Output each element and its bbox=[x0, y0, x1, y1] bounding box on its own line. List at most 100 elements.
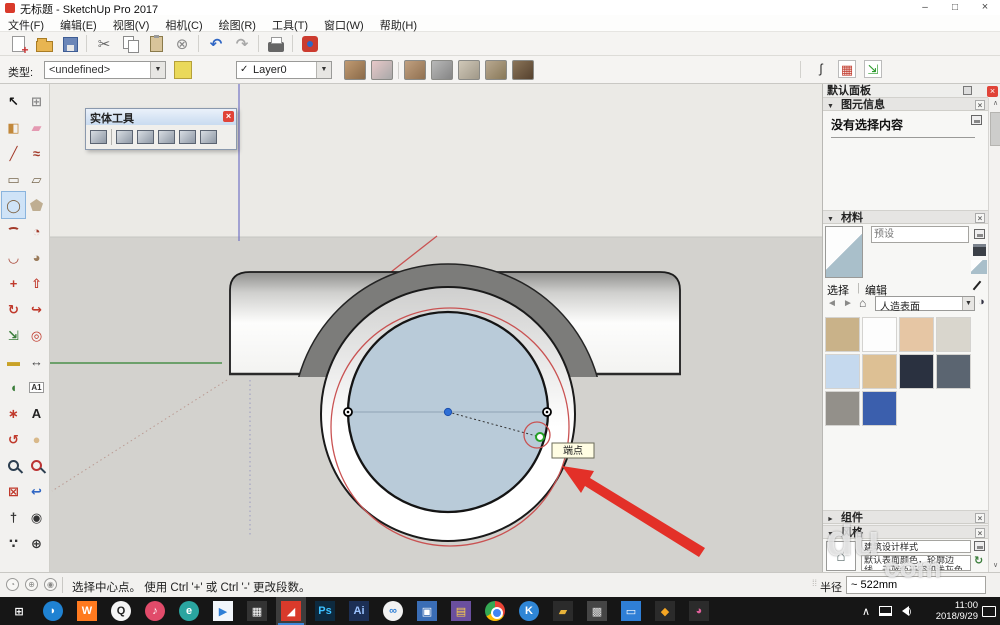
scroll-up-icon[interactable]: ∧ bbox=[989, 98, 1000, 110]
material-preview[interactable] bbox=[825, 226, 863, 278]
look-around-tool[interactable]: ◉ bbox=[25, 504, 48, 530]
k-app[interactable]: K bbox=[514, 597, 544, 625]
move-tool[interactable]: + bbox=[2, 270, 25, 296]
follow-me-tool[interactable]: ↪ bbox=[25, 296, 48, 322]
solid-tools-header[interactable]: 实体工具 × bbox=[86, 109, 236, 125]
entity-info-header[interactable]: ▼ 图元信息 × bbox=[823, 97, 988, 111]
open-button[interactable] bbox=[32, 33, 56, 55]
panel-scrollbar[interactable]: ∧ ∨ bbox=[988, 98, 1000, 572]
sketchup-app[interactable]: ◢ bbox=[276, 597, 306, 625]
intersect-button[interactable] bbox=[116, 130, 133, 144]
flip-edge-tool[interactable] bbox=[512, 60, 534, 80]
dimension-tool[interactable]: ↔ bbox=[25, 348, 48, 374]
bird-messenger-app[interactable]: ▶ bbox=[208, 597, 238, 625]
protractor-tool[interactable]: ◖ bbox=[2, 374, 25, 400]
material-swatch[interactable] bbox=[936, 317, 971, 352]
material-swatch[interactable] bbox=[899, 354, 934, 389]
claim-credit-icon[interactable]: ⊕ bbox=[25, 578, 38, 591]
home-icon[interactable]: ⌂ bbox=[859, 296, 866, 310]
copy-button[interactable] bbox=[118, 33, 142, 55]
details-half-icon[interactable]: ◑ bbox=[978, 296, 985, 308]
security-app[interactable]: ◆ bbox=[650, 597, 680, 625]
axes-tool[interactable]: ∗ bbox=[2, 400, 25, 426]
save-button[interactable] bbox=[58, 33, 82, 55]
rotate-tool[interactable]: ↻ bbox=[2, 296, 25, 322]
back-arrow-icon[interactable]: ◄ bbox=[827, 298, 837, 309]
paste-button[interactable] bbox=[144, 33, 168, 55]
geolocation-icon[interactable]: ◔ bbox=[6, 578, 19, 591]
circle-tool[interactable]: ◯ bbox=[1, 191, 26, 219]
close-icon[interactable]: × bbox=[975, 528, 985, 538]
winrar-app[interactable]: ▤ bbox=[446, 597, 476, 625]
outer-shell-button[interactable] bbox=[90, 130, 107, 144]
close-button[interactable]: × bbox=[970, 0, 1000, 15]
tab-select[interactable]: 选择 bbox=[827, 282, 849, 298]
tray-chevron-icon[interactable]: ∧ bbox=[858, 597, 874, 625]
zoom-previous-tool[interactable]: ↩ bbox=[25, 478, 48, 504]
material-swatch[interactable] bbox=[862, 354, 897, 389]
freehand-tool[interactable]: ≈ bbox=[25, 140, 48, 166]
qq-app[interactable]: Q bbox=[106, 597, 136, 625]
close-icon[interactable]: × bbox=[975, 213, 985, 223]
undo-button[interactable]: ↶ bbox=[204, 33, 228, 55]
print-button[interactable] bbox=[264, 33, 288, 55]
select-tool[interactable]: ↖ bbox=[2, 88, 25, 114]
scroll-down-icon[interactable]: ∨ bbox=[989, 560, 1000, 572]
union-button[interactable] bbox=[137, 130, 154, 144]
close-icon[interactable]: × bbox=[975, 100, 985, 110]
chevron-down-icon[interactable]: ▼ bbox=[150, 62, 165, 78]
drawing-viewport[interactable]: 端点 实体工具 × bbox=[50, 84, 822, 572]
position-camera-tool[interactable]: † bbox=[2, 504, 25, 530]
close-icon[interactable]: × bbox=[223, 111, 234, 122]
tv-app[interactable]: ▭ bbox=[616, 597, 646, 625]
styles-header[interactable]: ▼ 风格 × bbox=[823, 525, 988, 539]
taskbar-clock[interactable]: 11:00 2018/9/29 bbox=[918, 600, 978, 623]
redo-button[interactable]: ↷ bbox=[230, 33, 254, 55]
offset-tool[interactable]: ◎ bbox=[25, 322, 48, 348]
components-header[interactable]: ► 组件 × bbox=[823, 510, 988, 524]
menu-item-3[interactable]: 相机(C) bbox=[157, 15, 210, 33]
office-app[interactable]: ▣ bbox=[412, 597, 442, 625]
split-button[interactable] bbox=[200, 130, 217, 144]
classifier-tool-button[interactable] bbox=[174, 61, 192, 79]
sign-in-icon[interactable]: ◉ bbox=[44, 578, 57, 591]
details-pane-icon[interactable] bbox=[971, 115, 982, 125]
walk-tool[interactable]: ∵ bbox=[2, 530, 25, 556]
pie-filled-tool[interactable]: ◕ bbox=[25, 244, 48, 270]
arc-2pt-tool[interactable] bbox=[2, 218, 25, 244]
menu-item-5[interactable]: 工具(T) bbox=[264, 15, 316, 33]
drape-tool[interactable] bbox=[458, 60, 480, 80]
material-swatch[interactable] bbox=[899, 317, 934, 352]
menu-item-2[interactable]: 视图(V) bbox=[105, 15, 158, 33]
forward-arrow-icon[interactable]: ► bbox=[843, 298, 853, 309]
trim-button[interactable] bbox=[179, 130, 196, 144]
network-icon[interactable] bbox=[876, 597, 894, 625]
material-swatch[interactable] bbox=[862, 317, 897, 352]
target-tool[interactable]: ⊕ bbox=[25, 530, 48, 556]
pie-tool[interactable]: ◔ bbox=[25, 218, 48, 244]
material-swatch[interactable] bbox=[825, 354, 860, 389]
action-center-icon[interactable] bbox=[980, 597, 998, 625]
hook-tool[interactable]: ʃ bbox=[812, 60, 830, 78]
polygon-tool[interactable] bbox=[25, 192, 48, 218]
secondary-pane-icon[interactable] bbox=[974, 229, 985, 239]
palette-app[interactable]: ◕ bbox=[684, 597, 714, 625]
sandbox-from-scratch[interactable] bbox=[371, 60, 393, 80]
classification-combo[interactable]: <undefined> ▼ bbox=[44, 61, 166, 79]
material-swatch[interactable] bbox=[825, 391, 860, 426]
volume-icon[interactable]: ) bbox=[896, 597, 912, 625]
tray-header[interactable]: 默认面板 bbox=[823, 84, 988, 98]
illustrator-app[interactable]: Ai bbox=[344, 597, 374, 625]
menu-item-4[interactable]: 绘图(R) bbox=[211, 15, 264, 33]
eyedropper-icon[interactable] bbox=[972, 280, 982, 291]
maximize-button[interactable]: □ bbox=[940, 0, 970, 15]
calculator-app[interactable]: ▦ bbox=[242, 597, 272, 625]
stamp-tool[interactable] bbox=[431, 60, 453, 80]
new-button[interactable]: + bbox=[6, 33, 30, 56]
screenshot-app[interactable]: ▩ bbox=[582, 597, 612, 625]
tray-close-icon[interactable]: × bbox=[987, 86, 998, 97]
menu-item-1[interactable]: 编辑(E) bbox=[52, 15, 105, 33]
cut-button[interactable]: ✂ bbox=[92, 33, 116, 55]
material-swatch[interactable] bbox=[825, 317, 860, 352]
orbit-tool[interactable]: ↺ bbox=[2, 426, 25, 452]
